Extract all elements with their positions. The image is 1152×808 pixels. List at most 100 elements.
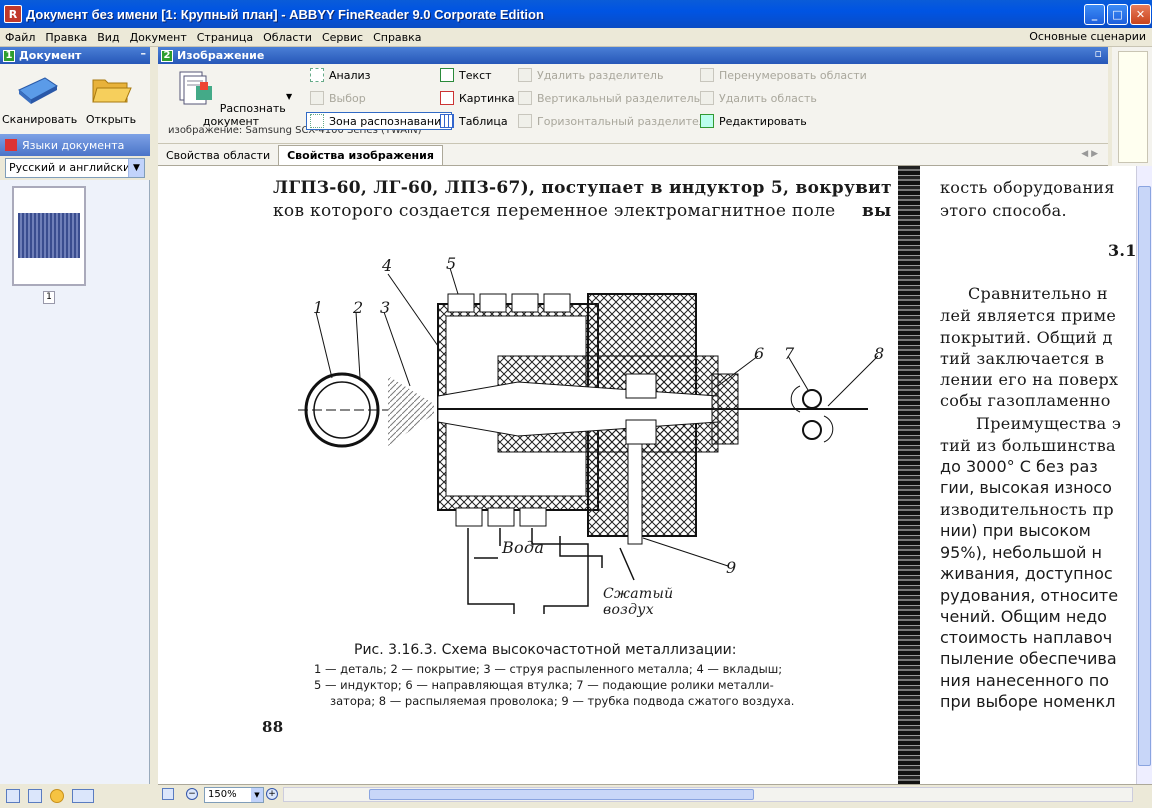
- metallization-diagram: [298, 267, 878, 614]
- horizontal-separator-tool[interactable]: Горизонтальный разделитель: [518, 114, 712, 128]
- horizontal-scroll-thumb[interactable]: [369, 789, 754, 800]
- image-panel-title: Изображение: [177, 49, 265, 62]
- main-scenarios-link[interactable]: Основные сценарии: [1029, 30, 1146, 43]
- text-area-tool[interactable]: Текст: [440, 68, 492, 82]
- renumber-areas-tool[interactable]: Перенумеровать области: [700, 68, 867, 82]
- thumbnail-mode-icon[interactable]: [72, 789, 94, 803]
- legend-line-1: 1 — деталь; 2 — покрытие; 3 — струя расп…: [314, 662, 783, 676]
- menu-help[interactable]: Справка: [368, 31, 426, 44]
- horizontal-separator-label: Горизонтальный разделитель: [537, 114, 713, 128]
- horizontal-scrollbar[interactable]: [283, 787, 1133, 802]
- tab-image-properties[interactable]: Свойства изображения: [278, 145, 443, 165]
- thumbnail-image: [18, 213, 80, 258]
- zone-label: Зона распознавания: [329, 114, 448, 128]
- menu-view[interactable]: Вид: [92, 31, 124, 44]
- zoom-in-icon[interactable]: +: [266, 788, 278, 800]
- text-pane-area[interactable]: [1118, 51, 1148, 163]
- right-col-line-13: изводительность пр: [940, 500, 1114, 519]
- right-col-line-17: рудования, относите: [940, 586, 1119, 605]
- minimize-button[interactable]: _: [1084, 4, 1105, 25]
- recognize-dropdown-icon[interactable]: ▼: [286, 92, 292, 101]
- menu-edit[interactable]: Правка: [40, 31, 92, 44]
- menu-page[interactable]: Страница: [192, 31, 258, 44]
- table-area-icon: [440, 114, 454, 128]
- vertical-separator-tool[interactable]: Вертикальный разделитель: [518, 91, 700, 105]
- water-label: Вода: [502, 538, 545, 557]
- tab-area-properties[interactable]: Свойства области: [158, 146, 278, 165]
- right-col-line-4: лей является приме: [940, 306, 1117, 325]
- maximize-button[interactable]: □: [1107, 4, 1128, 25]
- app-icon[interactable]: R: [4, 5, 22, 23]
- delete-separator-tool[interactable]: Удалить разделитель: [518, 68, 663, 82]
- document-panel-header: 1 Документ –: [0, 47, 150, 64]
- panel-collapse-icon[interactable]: –: [141, 47, 147, 60]
- analysis-label: Анализ: [329, 68, 371, 82]
- delete-area-label: Удалить область: [719, 91, 817, 105]
- chevron-down-icon[interactable]: ▼: [128, 159, 144, 177]
- recognize-document-button[interactable]: Распознать документ: [166, 68, 296, 128]
- menu-file[interactable]: Файл: [0, 31, 40, 44]
- horizontal-separator-icon: [518, 114, 532, 128]
- image-view[interactable]: ЛГПЗ-60, ЛГ-60, ЛПЗ-67), поступает в инд…: [158, 166, 1136, 784]
- picture-area-icon: [440, 91, 454, 105]
- pages-panel-toolbar: [0, 784, 150, 808]
- label-2: 2: [353, 298, 364, 317]
- zoom-out-icon[interactable]: −: [186, 788, 198, 800]
- folder-icon: [92, 79, 132, 103]
- analysis-icon: [310, 68, 324, 82]
- page-view-icon[interactable]: [6, 789, 20, 803]
- delete-area-icon: [700, 91, 714, 105]
- label-9: 9: [726, 558, 737, 577]
- text-label: Текст: [459, 68, 492, 82]
- page-number: 88: [262, 718, 284, 736]
- document-badge: 1: [3, 49, 15, 62]
- vertical-scrollbar[interactable]: [1136, 166, 1152, 784]
- right-col-line-3: Сравнительно н: [968, 284, 1108, 303]
- recognition-zone-tool[interactable]: Зона распознавания: [306, 112, 452, 130]
- image-toolbar: Распознать документ ▼ изображение: Samsu…: [158, 64, 1108, 144]
- right-col-line-8: собы газопламенно: [940, 391, 1111, 410]
- picture-area-tool[interactable]: Картинка: [440, 91, 515, 105]
- zoom-select[interactable]: 150% ▼: [204, 787, 264, 803]
- air-label-2: воздух: [603, 602, 654, 618]
- legend-line-2: 5 — индуктор; 6 — направляющая втулка; 7…: [314, 678, 774, 692]
- label-5: 5: [446, 254, 457, 273]
- scan-line-2-tail: вы: [862, 201, 892, 221]
- menu-areas[interactable]: Области: [258, 31, 317, 44]
- vertical-scroll-thumb[interactable]: [1138, 186, 1151, 766]
- edit-tool[interactable]: Редактировать: [700, 114, 807, 128]
- fit-page-icon[interactable]: [162, 788, 174, 800]
- open-label: Открыть: [85, 113, 137, 126]
- analysis-tool[interactable]: Анализ: [310, 68, 371, 82]
- document-languages-header: Языки документа: [0, 134, 150, 156]
- panel-restore-icon[interactable]: ▫: [1095, 47, 1102, 60]
- label-1: 1: [313, 298, 324, 317]
- right-col-line-11: до 3000° С без раз: [940, 457, 1098, 476]
- right-col-heading: 3.1: [1108, 241, 1136, 260]
- select-tool[interactable]: Выбор: [310, 91, 366, 105]
- legend-line-3: затора; 8 — распыляемая проволока; 9 — т…: [330, 694, 795, 708]
- menu-document[interactable]: Документ: [125, 31, 192, 44]
- right-col-line-21: ния нанесенного по: [940, 671, 1110, 690]
- cursor-icon: [310, 91, 324, 105]
- label-8: 8: [874, 344, 885, 363]
- language-select[interactable]: Русский и английский ▼: [5, 158, 145, 178]
- save-icon[interactable]: [28, 789, 42, 803]
- open-button[interactable]: Открыть: [76, 68, 146, 126]
- page-thumbnail[interactable]: [12, 186, 86, 286]
- tab-scroll-arrows-icon[interactable]: ◀ ▶: [1081, 149, 1098, 159]
- page-number-label: 1: [43, 291, 55, 304]
- chevron-down-icon[interactable]: ▼: [251, 788, 263, 802]
- close-button[interactable]: ✕: [1130, 4, 1151, 25]
- scan-line-1-tail: вит: [856, 178, 892, 198]
- table-area-tool[interactable]: Таблица: [440, 114, 508, 128]
- page-gutter: [898, 166, 920, 784]
- menu-service[interactable]: Сервис: [317, 31, 368, 44]
- delete-area-tool[interactable]: Удалить область: [700, 91, 817, 105]
- text-area-icon: [440, 68, 454, 82]
- scan-line-1: ЛГПЗ-60, ЛГ-60, ЛПЗ-67), поступает в инд…: [273, 178, 866, 198]
- right-col-line-18: чений. Общим недо: [940, 607, 1107, 626]
- scan-button[interactable]: Сканировать: [2, 68, 77, 126]
- label-7: 7: [784, 344, 795, 363]
- settings-icon[interactable]: [50, 789, 64, 803]
